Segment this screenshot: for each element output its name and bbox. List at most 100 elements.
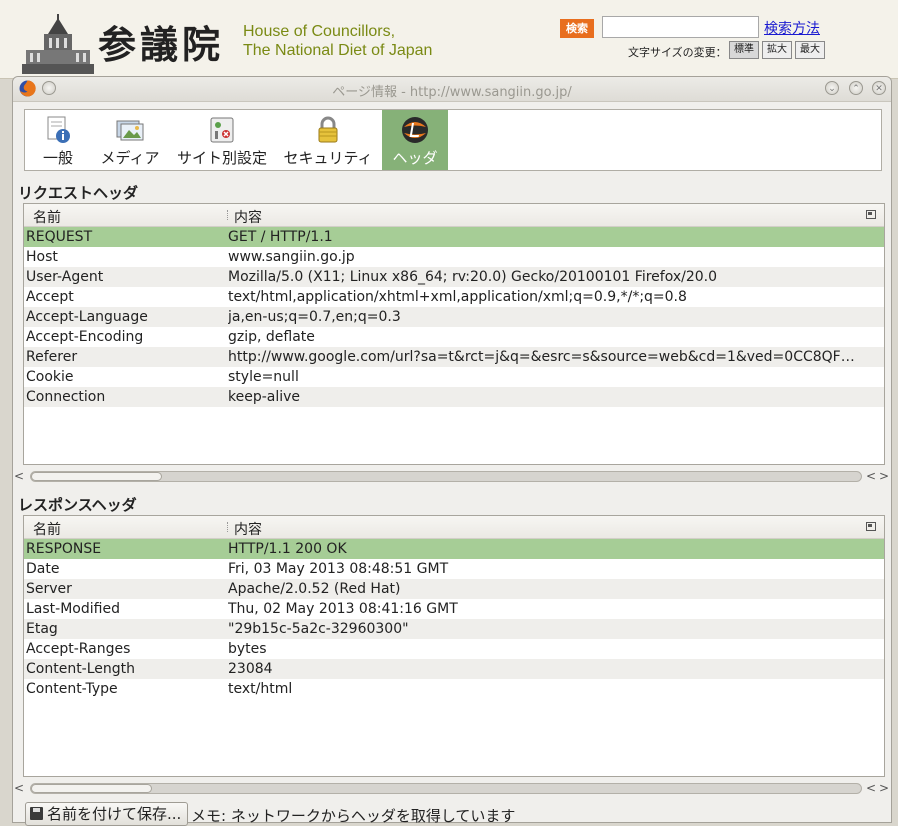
site-logo-english-1: House of Councillors, [243, 23, 396, 40]
column-header-value[interactable]: 内容 [234, 519, 262, 539]
request-headers-table[interactable]: 名前 内容 REQUEST GET / HTTP/1.1 Host www.sangi… [23, 203, 885, 465]
scroll-left-icon[interactable]: < [866, 781, 876, 795]
table-row[interactable]: Content-Length 23084 [24, 659, 884, 679]
site-logo-kanji: 参議院 [98, 22, 225, 67]
page-info-dialog: ページ情報 - http://www.sangiin.go.jp/ ⌄ ⌃ ✕ … [12, 76, 892, 826]
header-name-cell: Etag [26, 621, 58, 637]
font-size-large-button[interactable]: 拡大 [762, 41, 792, 59]
diet-building-logo [22, 14, 94, 74]
header-value-cell: GET / HTTP/1.1 [228, 229, 333, 245]
header-value-cell: Fri, 03 May 2013 08:48:51 GMT [228, 561, 449, 577]
scroll-left-icon[interactable]: < [14, 781, 24, 795]
scroll-right-icon[interactable]: > [879, 781, 889, 795]
scroll-thumb[interactable] [31, 784, 152, 793]
column-picker-icon[interactable] [866, 210, 876, 219]
column-separator[interactable] [227, 522, 230, 532]
dialog-titlebar[interactable]: ページ情報 - http://www.sangiin.go.jp/ ⌄ ⌃ ✕ [13, 77, 891, 102]
scroll-track[interactable] [30, 471, 862, 482]
maximize-icon[interactable]: ⌃ [849, 81, 863, 95]
table-row[interactable]: Cookie style=null [24, 367, 884, 387]
table-row[interactable]: Accept-Language ja,en-us;q=0.7,en;q=0.3 [24, 307, 884, 327]
table-row[interactable]: Accept text/html,application/xhtml+xml,ap… [24, 287, 884, 307]
tab-label: ヘッダ [392, 149, 438, 167]
header-name-cell: Accept [26, 289, 74, 305]
tab-security[interactable]: セキュリティ [281, 110, 375, 170]
minimize-icon[interactable]: ⌄ [825, 81, 839, 95]
tab-label: セキュリティ [283, 149, 373, 167]
tab-media[interactable]: メディア [97, 110, 163, 170]
header-value-cell: Apache/2.0.52 (Red Hat) [228, 581, 401, 597]
table-row[interactable]: RESPONSE HTTP/1.1 200 OK [24, 539, 884, 559]
column-header-name[interactable]: 名前 [33, 519, 61, 539]
table-row[interactable]: Content-Type text/html [24, 679, 884, 699]
scroll-left-icon[interactable]: < [14, 469, 24, 483]
header-value-cell: Mozilla/5.0 (X11; Linux x86_64; rv:20.0)… [228, 269, 718, 285]
table-row[interactable]: Date Fri, 03 May 2013 08:48:51 GMT [24, 559, 884, 579]
table-row[interactable]: Accept-Ranges bytes [24, 639, 884, 659]
tab-label: メディア [100, 149, 160, 167]
site-search-input[interactable] [602, 16, 759, 38]
tab-label: サイト別設定 [176, 149, 267, 167]
header-value-cell: www.sangiin.go.jp [228, 249, 355, 265]
header-value-cell: text/html [228, 681, 293, 697]
header-value-cell: keep-alive [228, 389, 301, 405]
scroll-left-icon[interactable]: < [866, 469, 876, 483]
font-size-standard-button[interactable]: 標準 [729, 41, 759, 59]
header-name-cell: REQUEST [26, 229, 93, 245]
lock-icon [318, 116, 338, 143]
header-name-cell: Accept-Encoding [26, 329, 144, 345]
table-row[interactable]: Last-Modified Thu, 02 May 2013 08:41:16 G… [24, 599, 884, 619]
dialog-title: ページ情報 - http://www.sangiin.go.jp/ [332, 85, 572, 100]
table-header: 名前 内容 [24, 204, 884, 227]
column-header-value[interactable]: 内容 [234, 207, 262, 227]
header-name-cell: Content-Type [26, 681, 118, 697]
header-name-cell: Accept-Ranges [26, 641, 131, 657]
header-name-cell: Date [26, 561, 60, 577]
header-name-cell: Referer [26, 349, 78, 365]
table-row[interactable]: Accept-Encoding gzip, deflate [24, 327, 884, 347]
header-value-cell: ja,en-us;q=0.7,en;q=0.3 [228, 309, 401, 325]
table-row[interactable]: Host www.sangiin.go.jp [24, 247, 884, 267]
table-row[interactable]: Server Apache/2.0.52 (Red Hat) [24, 579, 884, 599]
header-name-cell: RESPONSE [26, 541, 102, 557]
info-page-icon [47, 116, 70, 143]
table-row[interactable]: User-Agent Mozilla/5.0 (X11; Linux x86_64… [24, 267, 884, 287]
table-row[interactable]: Etag "29b15c-5a2c-32960300" [24, 619, 884, 639]
table-header: 名前 内容 [24, 516, 884, 539]
tab-label: 一般 [42, 149, 73, 167]
header-name-cell: User-Agent [26, 269, 104, 285]
scroll-thumb[interactable] [31, 472, 162, 481]
tab-general[interactable]: 一般 [31, 110, 85, 170]
header-name-cell: Cookie [26, 369, 74, 385]
site-search-button[interactable]: 検索 [560, 19, 594, 38]
save-as-button[interactable]: 名前を付けて保存... [25, 802, 189, 826]
column-header-name[interactable]: 名前 [33, 207, 61, 227]
header-name-cell: Server [26, 581, 72, 597]
permissions-icon [210, 117, 234, 143]
column-picker-icon[interactable] [866, 522, 876, 531]
header-value-cell: Thu, 02 May 2013 08:41:16 GMT [228, 601, 458, 617]
request-horizontal-scrollbar[interactable]: < < > [14, 469, 889, 485]
response-headers-table[interactable]: 名前 内容 RESPONSE HTTP/1.1 200 OK Date Fri, 03… [23, 515, 885, 777]
header-name-cell: Accept-Language [26, 309, 148, 325]
column-separator[interactable] [227, 210, 230, 220]
close-icon[interactable]: ✕ [872, 81, 886, 95]
page-info-tabs: 一般 メディア サイト別設定 セキュリティ ヘッダ [24, 109, 882, 171]
tab-permissions[interactable]: サイト別設定 [175, 110, 269, 170]
website-header: 参議院 House of Councillors, The National D… [0, 0, 898, 79]
table-row[interactable]: Referer http://www.google.com/url?sa=t&rc… [24, 347, 884, 367]
header-value-cell: HTTP/1.1 200 OK [228, 541, 347, 557]
table-row[interactable]: Connection keep-alive [24, 387, 884, 407]
header-name-cell: Connection [26, 389, 106, 405]
header-value-cell: 23084 [228, 661, 273, 677]
scroll-right-icon[interactable]: > [879, 469, 889, 483]
header-value-cell: gzip, deflate [228, 329, 315, 345]
search-method-link[interactable]: 検索方法 [764, 18, 820, 38]
header-value-cell: bytes [228, 641, 267, 657]
font-size-max-button[interactable]: 最大 [795, 41, 825, 59]
scroll-track[interactable] [30, 783, 862, 794]
response-horizontal-scrollbar[interactable]: < < > [14, 781, 889, 797]
table-row[interactable]: REQUEST GET / HTTP/1.1 [24, 227, 884, 247]
tab-headers[interactable]: ヘッダ [382, 110, 448, 170]
response-headers-title: レスポンスヘッダ [18, 496, 137, 514]
